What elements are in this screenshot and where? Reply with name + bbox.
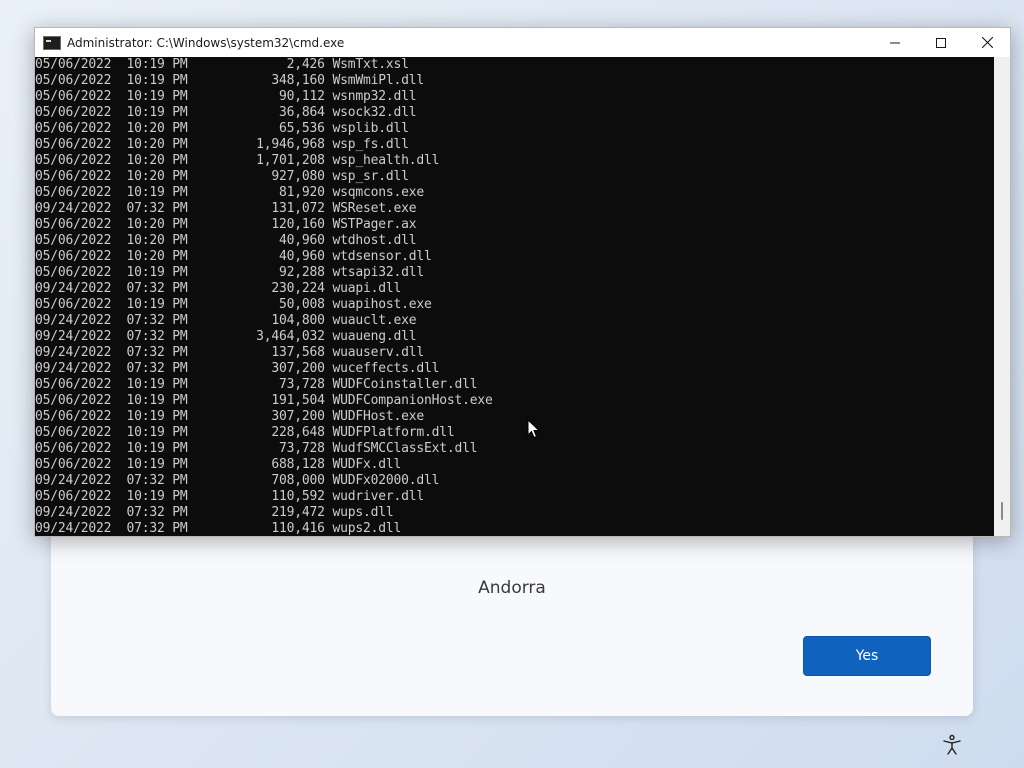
console-line: 05/06/2022 10:19 PM 110,592 wudriver.dll	[35, 489, 424, 504]
selected-country[interactable]: Andorra	[51, 578, 973, 598]
console-line: 05/06/2022 10:19 PM 36,864 wsock32.dll	[35, 105, 417, 120]
console-line: 05/06/2022 10:19 PM 688,128 WUDFx.dll	[35, 457, 402, 472]
minimize-icon	[890, 42, 900, 43]
window-controls	[872, 28, 1010, 57]
mouse-pointer-icon	[527, 419, 541, 439]
maximize-icon	[936, 37, 946, 48]
cmd-titlebar[interactable]: Administrator: C:\Windows\system32\cmd.e…	[35, 28, 1010, 57]
console-line: 09/24/2022 07:32 PM 307,200 wuceffects.d…	[35, 361, 440, 376]
console-line: 09/24/2022 07:32 PM 219,472 wups.dll	[35, 505, 394, 520]
vertical-scrollbar[interactable]	[994, 57, 1010, 536]
scrollbar-thumb[interactable]	[1001, 502, 1003, 520]
console-line: 09/24/2022 07:32 PM 110,416 wups2.dll	[35, 521, 402, 536]
console-line: 05/06/2022 10:19 PM 228,648 WUDFPlatform…	[35, 425, 455, 440]
console-line: 05/06/2022 10:20 PM 1,946,968 wsp_fs.dll	[35, 137, 409, 152]
cmd-output[interactable]: 05/06/2022 10:19 PM 2,426 WsmTxt.xsl 05/…	[35, 57, 995, 536]
console-line: 09/24/2022 07:32 PM 131,072 WSReset.exe	[35, 201, 417, 216]
console-line: 05/06/2022 10:20 PM 120,160 WSTPager.ax	[35, 217, 417, 232]
console-line: 05/06/2022 10:19 PM 191,504 WUDFCompanio…	[35, 393, 493, 408]
console-line: 05/06/2022 10:20 PM 1,701,208 wsp_health…	[35, 153, 440, 168]
console-line: 05/06/2022 10:20 PM 927,080 wsp_sr.dll	[35, 169, 409, 184]
console-line: 05/06/2022 10:19 PM 2,426 WsmTxt.xsl	[35, 57, 409, 72]
console-line: 09/24/2022 07:32 PM 104,800 wuauclt.exe	[35, 313, 417, 328]
cmd-window[interactable]: Administrator: C:\Windows\system32\cmd.e…	[34, 27, 1011, 537]
window-title: Administrator: C:\Windows\system32\cmd.e…	[67, 35, 345, 50]
console-line: 09/24/2022 07:32 PM 3,464,032 wuaueng.dl…	[35, 329, 417, 344]
console-line: 05/06/2022 10:19 PM 90,112 wsnmp32.dll	[35, 89, 417, 104]
console-line: 05/06/2022 10:20 PM 40,960 wtdsensor.dll	[35, 249, 432, 264]
console-line: 05/06/2022 10:19 PM 50,008 wuapihost.exe	[35, 297, 432, 312]
yes-button[interactable]: Yes	[803, 636, 931, 676]
close-icon	[981, 37, 993, 48]
console-line: 09/24/2022 07:32 PM 708,000 WUDFx02000.d…	[35, 473, 440, 488]
minimize-button[interactable]	[872, 28, 918, 57]
console-line: 05/06/2022 10:19 PM 81,920 wsqmcons.exe	[35, 185, 424, 200]
cmd-icon[interactable]	[43, 35, 61, 50]
console-line: 05/06/2022 10:19 PM 92,288 wtsapi32.dll	[35, 265, 424, 280]
console-line: 05/06/2022 10:19 PM 73,728 WudfSMCClassE…	[35, 441, 478, 456]
console-line: 05/06/2022 10:19 PM 348,160 WsmWmiPl.dll	[35, 73, 424, 88]
console-line: 09/24/2022 07:32 PM 137,568 wuauserv.dll	[35, 345, 424, 360]
console-line: 05/06/2022 10:19 PM 307,200 WUDFHost.exe	[35, 409, 424, 424]
console-line: 05/06/2022 10:20 PM 65,536 wsplib.dll	[35, 121, 409, 136]
console-line: 09/24/2022 07:32 PM 230,224 wuapi.dll	[35, 281, 402, 296]
close-button[interactable]	[964, 28, 1010, 57]
console-line: 05/06/2022 10:19 PM 73,728 WUDFCoinstall…	[35, 377, 478, 392]
maximize-button[interactable]	[918, 28, 964, 57]
accessibility-icon[interactable]	[940, 733, 964, 757]
console-line: 05/06/2022 10:20 PM 40,960 wtdhost.dll	[35, 233, 417, 248]
